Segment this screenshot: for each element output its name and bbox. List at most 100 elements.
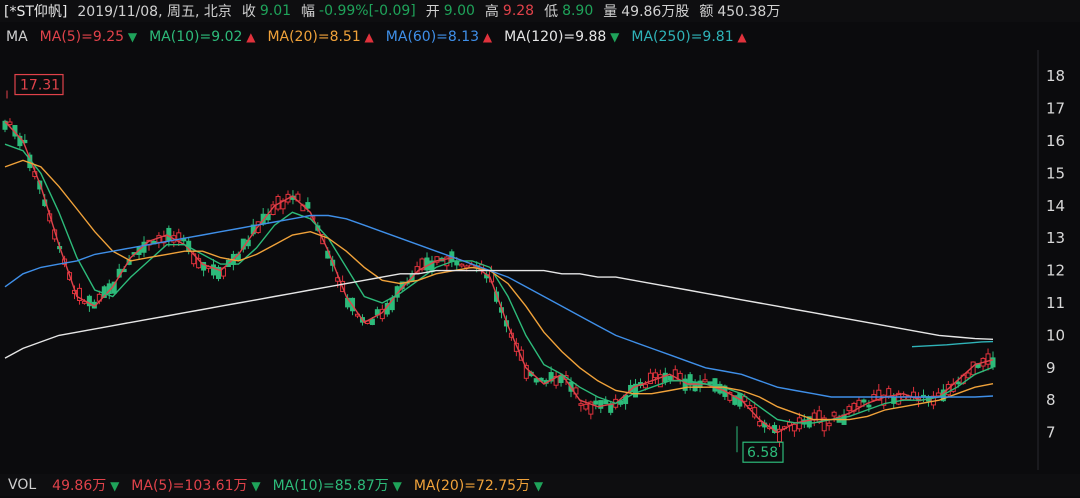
price-tick-label: 14 — [1046, 197, 1065, 215]
ma-item-5: MA(250)=9.81 ▲ — [631, 29, 746, 45]
arrow-up-icon: ▲ — [479, 30, 493, 44]
ma-text: MA(250)=9.81 — [631, 29, 734, 45]
ma-label[interactable]: MA — [6, 29, 28, 45]
ma-text: MA(60)=8.13 — [385, 29, 480, 45]
arrow-down-icon: ▼ — [530, 479, 544, 493]
candle-body — [593, 400, 599, 405]
ma-item-0: MA(5)=9.25 ▼ — [40, 29, 137, 45]
candle-body — [662, 372, 668, 382]
candle-body — [816, 410, 822, 424]
ma-text: MA(10)=9.02 — [149, 29, 243, 45]
price-tick-label: 15 — [1046, 164, 1065, 182]
volume-value: 49.86万股 — [621, 4, 690, 20]
ma-text: MA(20)=8.51 — [267, 29, 361, 45]
vol-item-1: MA(5)=103.61万 ▼ — [131, 475, 260, 495]
ma-legend-bar: MA MA(5)=9.25 ▼ MA(10)=9.02 ▲ MA(20)=8.51 … — [0, 26, 1080, 48]
candle-body — [7, 121, 13, 126]
price-tick-label: 16 — [1046, 132, 1065, 150]
arrow-down-icon: ▼ — [106, 479, 120, 493]
open-label: 开 — [425, 4, 440, 20]
ma-item-2: MA(20)=8.51 ▲ — [267, 29, 373, 45]
high-label: 高 — [484, 4, 499, 20]
vol-text: MA(20)=72.75万 — [413, 478, 531, 494]
candle-body — [166, 227, 172, 241]
high-value: 9.28 — [502, 3, 535, 19]
vol-text: 49.86万 — [52, 478, 107, 494]
candle-body — [757, 421, 763, 427]
price-tick-label: 9 — [1046, 359, 1056, 377]
candle-body — [578, 403, 584, 406]
candle-body — [826, 422, 832, 427]
candle-body — [667, 375, 673, 381]
ma-items: MA(5)=9.25 ▼ MA(10)=9.02 ▲ MA(20)=8.51 ▲ MA… — [40, 29, 759, 45]
volume-legend-bar: VOL 49.86万 ▼ MA(5)=103.61万 ▼ MA(10)=85.87万… — [0, 474, 1080, 496]
price-tick-label: 13 — [1046, 229, 1065, 247]
candle-body — [791, 423, 797, 432]
candle-body — [603, 400, 609, 405]
arrow-down-icon: ▼ — [124, 30, 138, 44]
vol-text: MA(10)=85.87万 — [272, 478, 389, 494]
change-value: -0.99%[-0.09] — [319, 3, 416, 19]
candle-body — [866, 404, 872, 408]
vol-item-3: MA(20)=72.75万 ▼ — [414, 475, 543, 495]
ma-text: MA(120)=9.88 — [504, 29, 607, 45]
ma-text: MA(5)=9.25 — [39, 29, 125, 45]
vol-items: 49.86万 ▼ MA(5)=103.61万 ▼ MA(10)=85.87万 ▼ MA… — [52, 475, 555, 495]
close-value: 9.01 — [259, 3, 292, 19]
ma-item-1: MA(10)=9.02 ▲ — [149, 29, 255, 45]
candle-body — [955, 381, 961, 385]
vol-text: MA(5)=103.61万 — [131, 478, 248, 494]
price-axis: 18 17 16 15 14 13 12 11 10 9 8 7 — [1046, 67, 1065, 441]
ma-line-5 — [911, 340, 994, 348]
candle-body — [454, 261, 460, 266]
candle-body — [861, 399, 867, 403]
price-tick-label: 7 — [1046, 424, 1056, 442]
arrow-down-icon: ▼ — [388, 479, 402, 493]
candle-body — [856, 399, 862, 408]
candle-body — [583, 403, 589, 410]
vol-item-2: MA(10)=85.87万 ▼ — [273, 475, 402, 495]
close-label: 收 — [241, 4, 256, 20]
candle-body — [935, 392, 941, 397]
arrow-down-icon: ▼ — [606, 30, 620, 44]
ma-lines-group — [4, 121, 994, 434]
candle-body — [707, 381, 713, 385]
candlestick-chart[interactable]: 18 17 16 15 14 13 12 11 10 9 8 7 17.31 6.58 — [0, 50, 1080, 470]
change-label: 幅 — [301, 4, 316, 20]
candle-body — [990, 357, 996, 368]
arrow-up-icon: ▲ — [242, 30, 256, 44]
stock-info-bar: [*ST仰帆] 2019/11/08, 周五, 北京 收 9.01 幅 -0.9… — [0, 0, 1080, 22]
arrow-down-icon: ▼ — [247, 479, 261, 493]
volume-label: 量 — [603, 4, 618, 20]
vol-item-0: 49.86万 ▼ — [52, 475, 119, 495]
amount-label: 额 — [699, 4, 714, 20]
amount-value: 450.38万 — [717, 4, 781, 20]
ma-line-4 — [4, 269, 994, 359]
candle-body — [985, 353, 991, 365]
price-tick-label: 17 — [1046, 100, 1065, 118]
vol-label[interactable]: VOL — [8, 477, 36, 493]
price-tick-label: 12 — [1046, 262, 1065, 280]
date-text: 2019/11/08, 周五, 北京 — [77, 4, 232, 20]
low-value: 8.90 — [562, 3, 594, 19]
low-marker-label: 6.58 — [747, 445, 778, 461]
arrow-up-icon: ▲ — [733, 30, 747, 44]
open-value: 9.00 — [443, 3, 475, 19]
candle-body — [424, 257, 430, 271]
high-marker-label: 17.31 — [20, 78, 60, 94]
candle-body — [369, 318, 375, 325]
candle-body — [305, 202, 311, 209]
candle-body — [702, 379, 708, 383]
candle-body — [886, 388, 892, 397]
price-tick-label: 8 — [1046, 391, 1056, 409]
candle-body — [965, 372, 971, 379]
price-tick-label: 11 — [1046, 294, 1065, 312]
ma-item-3: MA(60)=8.13 ▲ — [386, 29, 492, 45]
candle-body — [642, 383, 648, 389]
ma-line-2 — [4, 159, 994, 421]
stock-name[interactable]: [*ST仰帆] — [4, 1, 67, 21]
candle-body — [652, 372, 658, 379]
candle-body — [558, 374, 564, 383]
price-tick-label: 10 — [1046, 326, 1065, 344]
candle-body — [831, 411, 837, 417]
